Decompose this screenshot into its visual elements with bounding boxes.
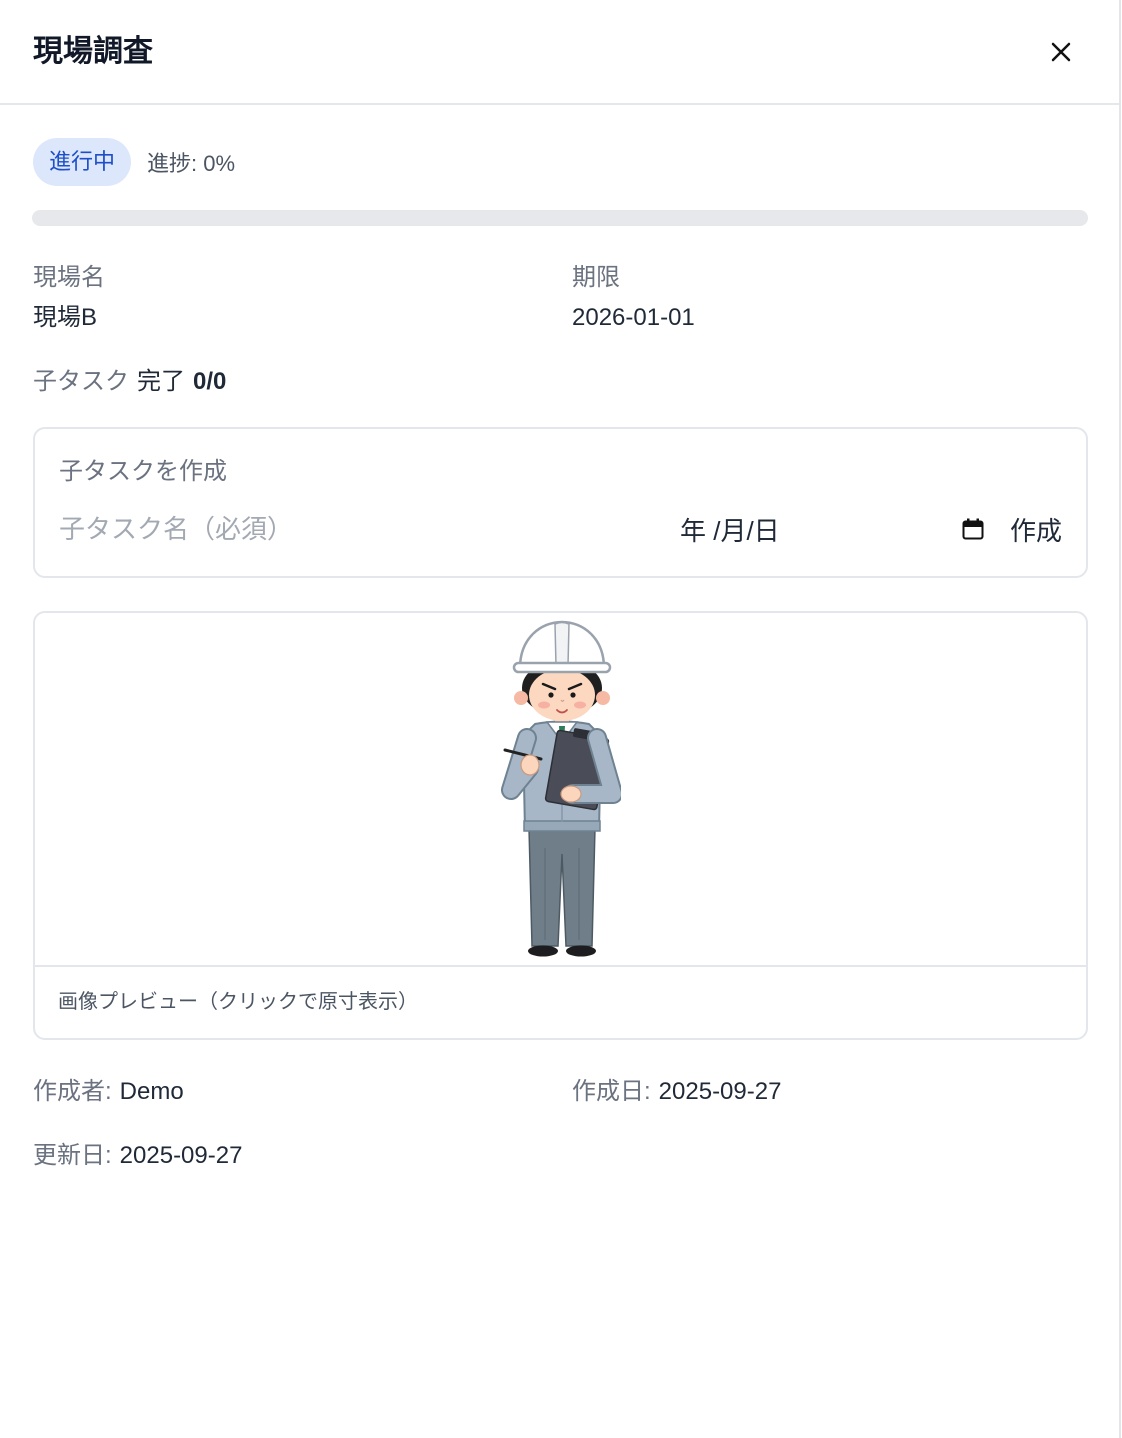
subtask-name-input[interactable] xyxy=(59,510,680,548)
create-subtask-form: 子タスクを作成 年 /月/日 作成 xyxy=(33,427,1088,578)
task-detail-panel: 現場調査 進行中 進捗: 0% 現場名 現場B 期限 2026-01-01 子タ… xyxy=(0,0,1121,1438)
due-value: 2026-01-01 xyxy=(572,304,695,331)
create-subtask-title: 子タスクを作成 xyxy=(59,458,227,485)
due-field: 期限 2026-01-01 xyxy=(572,261,1088,335)
subtask-done-label: 完了 xyxy=(137,368,185,395)
close-button[interactable] xyxy=(1047,38,1075,66)
task-meta: 作成者: Demo 作成日: 2025-09-27 更新日: 2025-09-27 xyxy=(33,1075,1088,1173)
updated-date-value: 2025-09-27 xyxy=(119,1142,243,1169)
panel-header: 現場調査 xyxy=(0,0,1119,105)
progress-label: 進捗: 0% xyxy=(147,151,236,176)
subtask-label: 子タスク xyxy=(33,368,129,395)
site-label: 現場名 xyxy=(33,264,105,291)
worker-legs xyxy=(527,827,596,957)
site-value: 現場B xyxy=(33,304,98,331)
status-badge: 進行中 xyxy=(33,138,132,186)
due-label: 期限 xyxy=(572,264,620,291)
close-icon xyxy=(1051,42,1071,62)
create-subtask-button[interactable]: 作成 xyxy=(1006,510,1062,548)
image-preview[interactable] xyxy=(35,613,1086,967)
create-subtask-row: 年 /月/日 作成 xyxy=(59,510,1062,548)
status-row: 進行中 進捗: 0% xyxy=(33,138,235,186)
hardhat xyxy=(512,620,611,674)
author-field: 作成者: Demo xyxy=(33,1075,572,1109)
updated-date-label: 更新日: xyxy=(33,1142,112,1169)
progress-bar xyxy=(32,210,1088,226)
created-date-label: 作成日: xyxy=(572,1078,651,1105)
created-date-value: 2025-09-27 xyxy=(658,1078,782,1105)
panel-title: 現場調査 xyxy=(33,35,153,68)
author-label: 作成者: xyxy=(33,1078,112,1105)
subtask-due-date-input[interactable]: 年 /月/日 xyxy=(680,510,985,548)
author-value: Demo xyxy=(119,1078,184,1105)
calendar-icon xyxy=(962,518,984,540)
image-preview-caption: 画像プレビュー（クリックで原寸表示） xyxy=(58,991,418,1013)
task-details: 現場名 現場B 期限 2026-01-01 xyxy=(33,261,1088,335)
construction-worker-illustration xyxy=(500,620,621,957)
site-field: 現場名 現場B xyxy=(33,261,572,335)
date-placeholder: 年 /月/日 xyxy=(680,515,780,546)
image-preview-card[interactable]: 画像プレビュー（クリックで原寸表示） xyxy=(33,611,1088,1040)
subtask-count: 0/0 xyxy=(193,368,227,395)
updated-date-field: 更新日: 2025-09-27 xyxy=(33,1139,572,1173)
calendar-picker-button[interactable] xyxy=(961,517,985,541)
created-date-field: 作成日: 2025-09-27 xyxy=(572,1075,1088,1109)
subtask-summary: 子タスク 完了 0/0 xyxy=(33,365,226,399)
